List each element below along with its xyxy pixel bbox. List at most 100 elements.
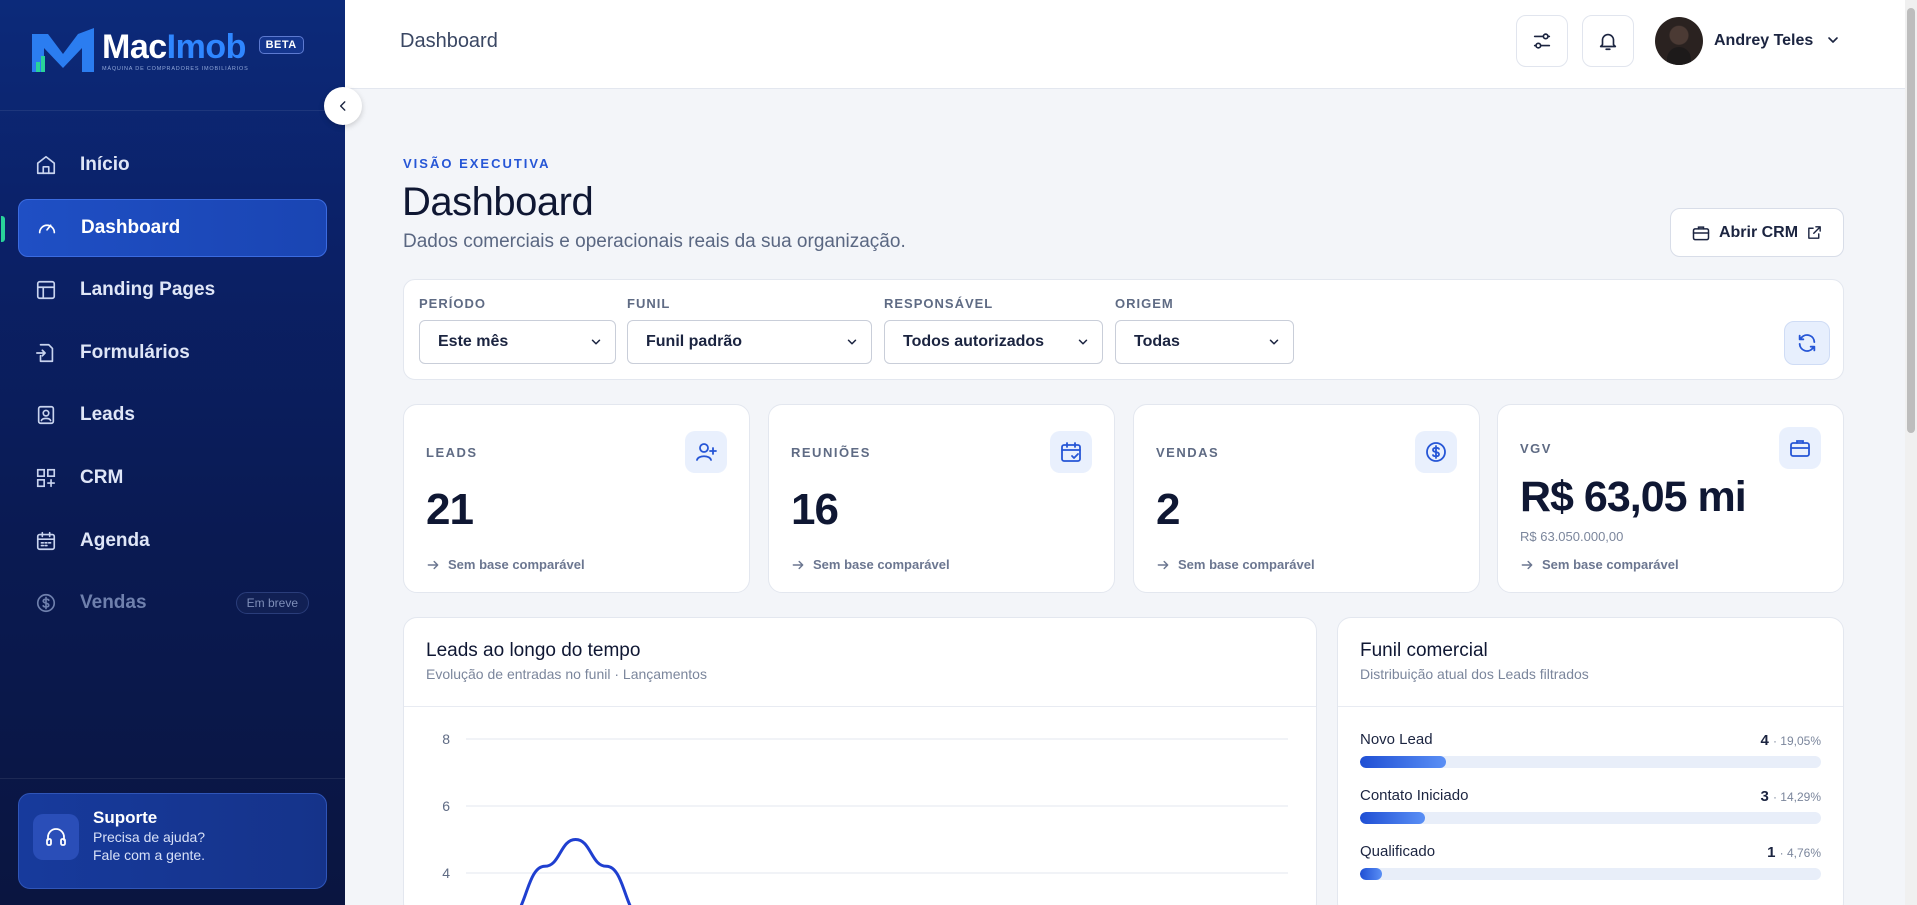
gauge-icon — [35, 216, 59, 240]
sidebar-divider — [0, 110, 345, 111]
grid-plus-icon — [34, 466, 58, 490]
filter-responsavel: RESPONSÁVEL Todos autorizados — [884, 296, 1103, 364]
sidebar-item-label: Landing Pages — [80, 279, 216, 301]
briefcase-icon — [1692, 225, 1710, 240]
kpi-footnote-text: Sem base comparável — [1542, 557, 1679, 572]
kpi-value: 21 — [426, 485, 474, 534]
sidebar-item-crm[interactable]: CRM — [18, 449, 327, 507]
funnel-stage-pct: · 14,29% — [1772, 790, 1821, 804]
funnel-stage-count: 3 — [1760, 788, 1769, 805]
kpi-label: VGV — [1520, 441, 1552, 456]
funnel-stage-value: 1 · 4,76% — [1767, 844, 1821, 861]
dollar-circle-icon — [34, 591, 58, 615]
funnel-bar-fill — [1360, 868, 1382, 880]
page-title: Dashboard — [402, 180, 594, 224]
sidebar-item-label: Agenda — [80, 529, 150, 551]
sidebar-item-dashboard[interactable]: Dashboard — [1, 198, 327, 257]
kpi-footnote-text: Sem base comparável — [813, 557, 950, 572]
open-crm-button[interactable]: Abrir CRM — [1670, 208, 1844, 257]
funnel-stage-value: 3 · 14,29% — [1760, 788, 1821, 805]
sidebar-item-landing-pages[interactable]: Landing Pages — [18, 261, 327, 319]
y-tick-label: 4 — [442, 865, 450, 881]
refresh-icon — [1798, 334, 1816, 352]
sidebar-item-inicio[interactable]: Início — [18, 136, 327, 194]
select-value: Este mês — [438, 333, 509, 350]
filters-button[interactable] — [1516, 15, 1568, 67]
funnel-stage: Novo Lead 4 · 19,05% — [1360, 731, 1821, 768]
chevron-down-icon[interactable] — [1825, 32, 1841, 53]
kpi-footnote: Sem base comparável — [1156, 557, 1315, 572]
filter-label: PERÍODO — [419, 296, 486, 311]
page-scrollbar[interactable] — [1905, 0, 1917, 905]
funnel-stage-name: Novo Lead — [1360, 731, 1433, 748]
funnel-stage-value: 4 · 19,05% — [1760, 732, 1821, 749]
brand-tagline: MÁQUINA DE COMPRADORES IMOBILIÁRIOS — [102, 66, 249, 72]
funnel-stage-name: Qualificado — [1360, 843, 1436, 860]
page-eyebrow: VISÃO EXECUTIVA — [403, 156, 551, 171]
panel-divider — [1338, 706, 1843, 707]
brand-logo[interactable]: MacImob MÁQUINA DE COMPRADORES IMOBILIÁR… — [30, 26, 304, 76]
funnel-stage-count: 4 — [1760, 732, 1769, 749]
filters-bar: PERÍODO Este mês FUNIL Funil padrão RESP… — [403, 279, 1844, 380]
filter-origem: ORIGEM Todas — [1115, 296, 1294, 364]
kpi-card-vgv: VGV R$ 63,05 mi R$ 63.050.000,00 Sem bas… — [1497, 404, 1844, 593]
headset-icon — [33, 814, 79, 860]
support-card[interactable]: Suporte Precisa de ajuda? Fale com a gen… — [18, 793, 327, 889]
funnel-stage-pct: · 4,76% — [1779, 846, 1821, 860]
external-link-icon — [1808, 226, 1821, 239]
sidebar-item-leads[interactable]: Leads — [18, 386, 327, 444]
chevron-down-icon — [847, 339, 857, 345]
select-value: Todos autorizados — [903, 333, 1045, 350]
chevron-left-icon — [339, 101, 346, 111]
calendar-icon — [34, 529, 58, 553]
funil-select[interactable]: Funil padrão — [627, 320, 872, 364]
refresh-button[interactable] — [1784, 321, 1830, 365]
user-name[interactable]: Andrey Teles — [1714, 32, 1813, 50]
sidebar-item-label: Dashboard — [81, 216, 181, 238]
bell-icon — [1599, 33, 1617, 51]
coming-soon-badge: Em breve — [235, 592, 309, 615]
support-title: Suporte — [93, 808, 158, 827]
sidebar: MacImob MÁQUINA DE COMPRADORES IMOBILIÁR… — [0, 0, 345, 905]
y-tick-label: 8 — [442, 731, 450, 747]
user-plus-icon — [685, 431, 727, 473]
sidebar-item-vendas: Vendas Em breve — [18, 574, 327, 632]
scrollbar-thumb[interactable] — [1907, 8, 1915, 433]
kpi-card-reunioes: REUNIÕES 16 Sem base comparável — [768, 404, 1115, 593]
collapse-sidebar-button[interactable] — [324, 87, 362, 125]
header-title: Dashboard — [400, 30, 498, 52]
leads-line-chart: 4 6 8 — [442, 731, 1288, 905]
active-marker — [1, 215, 5, 242]
filter-periodo: PERÍODO Este mês — [419, 296, 616, 364]
select-value: Funil padrão — [646, 333, 742, 350]
responsavel-select[interactable]: Todos autorizados — [884, 320, 1103, 364]
panel-title: Funil comercial — [1360, 640, 1488, 661]
filter-label: RESPONSÁVEL — [884, 296, 994, 311]
funnel-bar-track — [1360, 812, 1821, 824]
panel-subtitle: Distribuição atual dos Leads filtrados — [1360, 666, 1589, 682]
panel-subtitle: Evolução de entradas no funil · Lançamen… — [426, 666, 707, 682]
kpi-footnote: Sem base comparável — [791, 557, 950, 572]
kpi-label: VENDAS — [1156, 445, 1220, 460]
chevron-down-icon — [591, 339, 601, 345]
funnel-bar-track — [1360, 756, 1821, 768]
notifications-button[interactable] — [1582, 15, 1634, 67]
avatar[interactable] — [1655, 17, 1703, 65]
filter-label: ORIGEM — [1115, 296, 1174, 311]
chevron-down-icon — [1269, 339, 1279, 345]
sidebar-item-label: Formulários — [80, 341, 190, 363]
kpi-label: REUNIÕES — [791, 445, 871, 460]
select-value: Todas — [1134, 333, 1180, 350]
sidebar-item-label: Vendas — [80, 592, 147, 614]
kpi-footnote-text: Sem base comparável — [448, 557, 585, 572]
chevron-down-icon — [1078, 339, 1088, 345]
periodo-select[interactable]: Este mês — [419, 320, 616, 364]
briefcase-icon — [1779, 427, 1821, 469]
home-icon — [34, 153, 58, 177]
kpi-subvalue: R$ 63.050.000,00 — [1520, 529, 1624, 544]
origem-select[interactable]: Todas — [1115, 320, 1294, 364]
kpi-value: R$ 63,05 mi — [1520, 473, 1747, 521]
sidebar-item-formularios[interactable]: Formulários — [18, 324, 327, 382]
sidebar-item-agenda[interactable]: Agenda — [18, 512, 327, 570]
funnel-bar-fill — [1360, 812, 1425, 824]
